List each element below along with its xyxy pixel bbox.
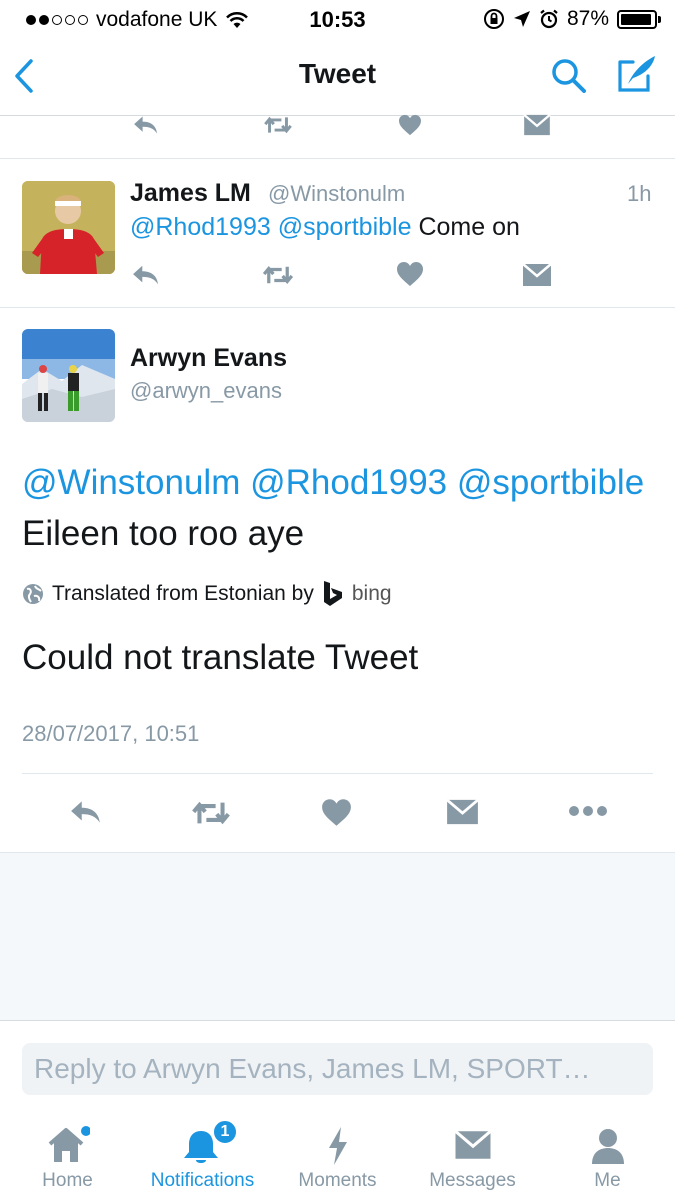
tab-home[interactable]: Home [0,1110,135,1200]
author-name[interactable]: James LM [130,179,251,208]
direct-message-icon[interactable] [522,263,552,287]
envelope-icon [454,1130,492,1159]
replies-area [0,852,675,1020]
tab-messages[interactable]: Messages [405,1110,540,1200]
tweet-body: Come on [418,213,520,241]
rotation-lock-icon [483,9,504,29]
alarm-icon [540,9,558,29]
bing-logo-icon [323,581,342,606]
battery-percent: 87% [566,7,609,30]
reply-icon[interactable] [69,798,103,826]
tab-label: Notifications [150,1170,255,1191]
status-right: 87% [483,7,661,31]
reply-icon[interactable] [130,263,162,287]
search-icon[interactable] [549,56,589,96]
tab-me[interactable]: Me [540,1110,675,1200]
notification-badge: 1 [212,1119,238,1145]
like-icon[interactable] [396,114,424,136]
tweet-age: 1h [627,181,652,206]
direct-message-icon[interactable] [522,114,552,136]
retweet-icon[interactable] [260,263,296,287]
translated-label: Translated from Estonian by [52,582,314,605]
avatar[interactable] [22,181,115,274]
tweet-timestamp: 28/07/2017, 10:51 [22,721,200,746]
tab-label: Me [594,1170,621,1191]
main-tweet: Arwyn Evans @arwyn_evans @Winstonulm @Rh… [0,308,675,852]
globe-icon [23,584,43,604]
tweet-text: @Rhod1993 @sportbible Come on [130,213,520,242]
compose-tweet-icon[interactable] [615,52,659,96]
tab-moments[interactable]: Moments [270,1110,405,1200]
tab-label: Moments [298,1170,377,1191]
bing-label: bing [351,582,392,605]
nav-bar: Tweet [0,38,675,116]
translation-attribution: Translated from Estonian by bing [22,580,392,608]
avatar-photo-icon [22,181,115,274]
translation-result: Could not translate Tweet [22,638,419,677]
location-icon [513,11,530,27]
author-handle[interactable]: @arwyn_evans [130,378,282,404]
tab-label: Home [42,1170,93,1191]
direct-message-icon[interactable] [446,798,479,826]
like-icon[interactable] [396,261,424,287]
reply-icon[interactable] [130,114,162,136]
retweet-icon[interactable] [190,798,232,828]
mention-link[interactable]: @sportbible [278,213,412,241]
like-icon[interactable] [321,798,352,827]
mentions[interactable]: @Winstonulm @Rhod1993 @sportbible [22,463,644,503]
tab-notifications[interactable]: 1 Notifications [135,1110,270,1200]
mention-link[interactable]: @Rhod1993 [130,213,271,241]
reply-tweet[interactable]: James LM @Winstonulm 1h @Rhod1993 @sport… [0,159,675,307]
person-icon [592,1129,624,1164]
battery-icon [617,9,661,29]
home-icon [48,1126,90,1162]
reply-input[interactable]: Reply to Arwyn Evans, James LM, SPORT… [22,1043,653,1095]
tab-label: Messages [429,1170,516,1191]
author-name[interactable]: Arwyn Evans [130,344,287,373]
retweet-icon[interactable] [260,114,296,136]
reply-composer: Reply to Arwyn Evans, James LM, SPORT… [0,1020,675,1110]
avatar[interactable] [22,329,115,422]
tab-bar: Home 1 Notifications Moments Messages Me [0,1110,675,1200]
more-options-icon[interactable] [568,805,608,817]
divider [22,773,653,774]
screen: vodafone UK 10:53 87% Tweet James LM @Wi… [0,0,675,1200]
tweet-body: Eileen too roo aye [22,514,305,553]
avatar-photo-icon [22,329,115,422]
author-handle[interactable]: @Winstonulm [268,181,405,207]
status-bar: vodafone UK 10:53 87% [0,0,675,38]
lightning-icon [329,1127,347,1165]
